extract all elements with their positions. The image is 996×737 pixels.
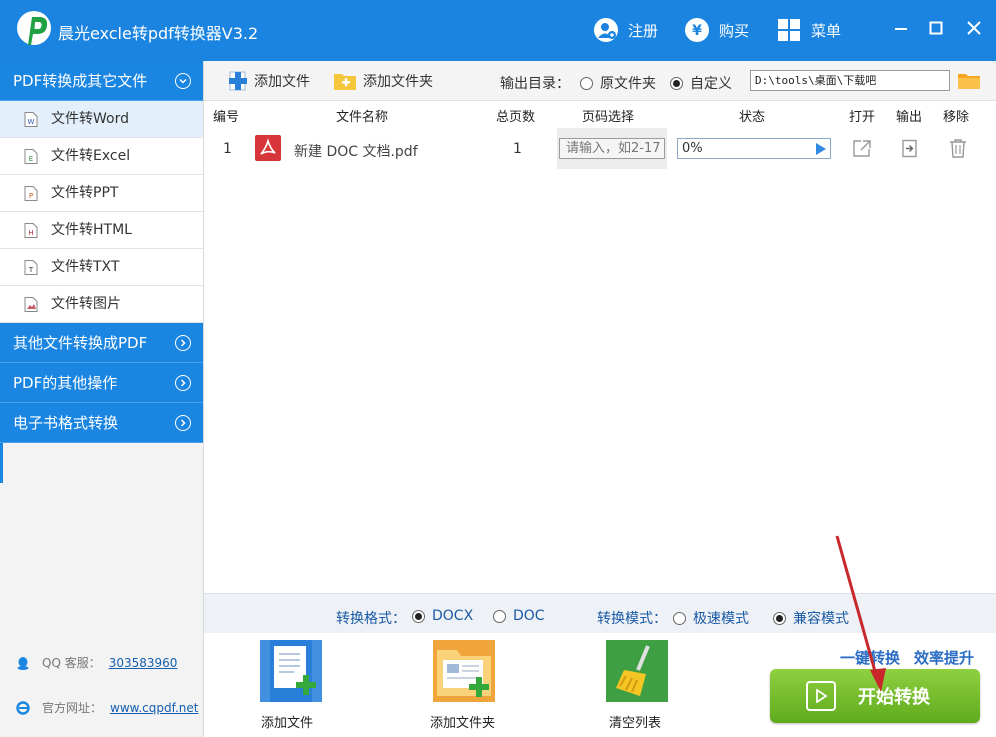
txt-file-icon: T xyxy=(24,260,38,275)
category-ebook-convert[interactable]: 电子书格式转换 xyxy=(0,403,203,443)
chevron-down-icon xyxy=(175,73,191,89)
close-button[interactable] xyxy=(962,16,986,40)
output-icon[interactable] xyxy=(901,139,919,158)
category-pdf-other-ops[interactable]: PDF的其他操作 xyxy=(0,363,203,403)
play-icon xyxy=(806,681,836,711)
chevron-right-icon xyxy=(175,375,191,391)
add-file-icon xyxy=(229,71,247,91)
minimize-icon xyxy=(895,28,907,30)
format-doc-radio[interactable]: DOC xyxy=(493,608,545,624)
row-filename: 新建 DOC 文档.pdf xyxy=(294,144,418,160)
title-bar: 晨光excle转pdf转换器V3.2 注册 ¥ 购买 菜单 xyxy=(0,0,996,61)
qq-contact: QQ 客服： 303583960 xyxy=(16,654,177,671)
html-file-icon: H xyxy=(24,223,38,238)
open-external-icon[interactable] xyxy=(852,139,872,158)
svg-text:P: P xyxy=(29,192,33,200)
mode-fast-radio[interactable]: 极速模式 xyxy=(673,608,749,628)
output-dir-label: 输出目录： xyxy=(500,76,570,92)
sidebar-item-to-image[interactable]: 文件转图片 xyxy=(0,286,203,323)
table-row[interactable]: 1 新建 DOC 文档.pdf 1 请输入，如2-17 0% xyxy=(204,128,996,169)
toolbar-add-file-button[interactable]: 添加文件 xyxy=(228,71,310,91)
bottom-actions: 添加文件 添加文件夹 清空列表 一键转换 效率提升 开始转换 xyxy=(204,633,996,737)
output-custom-radio[interactable]: 自定义 xyxy=(670,73,732,93)
sidebar-item-to-excel[interactable]: E 文件转Excel xyxy=(0,138,203,175)
header-index: 编号 xyxy=(213,110,240,125)
big-add-folder-label: 添加文件夹 xyxy=(430,716,496,731)
user-add-icon xyxy=(592,16,620,44)
chevron-right-icon xyxy=(175,415,191,431)
header-remove: 移除 xyxy=(943,110,970,125)
slogan-efficiency: 效率提升 xyxy=(914,649,975,667)
yuan-icon: ¥ xyxy=(683,16,711,44)
header-filename: 文件名称 xyxy=(336,110,389,125)
sidebar-item-to-txt[interactable]: T 文件转TXT xyxy=(0,249,203,286)
menu-button[interactable]: 菜单 xyxy=(775,14,841,46)
chevron-right-icon xyxy=(175,335,191,351)
svg-text:E: E xyxy=(29,155,33,163)
sidebar: PDF转换成其它文件 W 文件转Word E 文件转Excel P 文件转PPT… xyxy=(0,61,204,737)
output-original-folder-radio[interactable]: 原文件夹 xyxy=(580,73,656,93)
file-table-header: 编号 文件名称 总页数 页码选择 状态 打开 输出 移除 xyxy=(204,101,996,126)
broom-icon[interactable] xyxy=(606,640,668,702)
app-title: 晨光excle转pdf转换器V3.2 xyxy=(58,24,259,43)
output-path-field[interactable]: D:\tools\桌面\下载吧 xyxy=(750,70,950,91)
app-logo xyxy=(17,11,51,45)
mode-label: 转换模式： xyxy=(597,611,667,627)
page-range-input[interactable]: 请输入，如2-17 xyxy=(559,138,665,159)
conversion-options-bar: 转换格式： DOCX DOC 转换模式： 极速模式 兼容模式 xyxy=(204,593,996,633)
sidebar-item-to-word[interactable]: W 文件转Word xyxy=(0,101,203,138)
ppt-file-icon: P xyxy=(24,186,38,201)
maximize-button[interactable] xyxy=(924,16,948,40)
sidebar-accent-strip xyxy=(0,443,3,483)
header-output: 输出 xyxy=(896,110,923,125)
start-convert-button[interactable]: 开始转换 xyxy=(770,669,980,723)
register-button[interactable]: 注册 xyxy=(592,14,658,46)
image-file-icon xyxy=(24,297,38,312)
header-page-select: 页码选择 xyxy=(582,110,635,125)
row-total-pages: 1 xyxy=(513,141,522,157)
qq-number-link[interactable]: 303583960 xyxy=(109,656,178,670)
header-total-pages: 总页数 xyxy=(496,110,536,125)
big-add-folder-icon[interactable] xyxy=(433,640,495,702)
big-add-file-icon[interactable] xyxy=(260,640,322,702)
category-other-to-pdf[interactable]: 其他文件转换成PDF xyxy=(0,323,203,363)
svg-text:¥: ¥ xyxy=(692,23,702,39)
clear-list-label: 清空列表 xyxy=(609,716,662,731)
mode-compat-radio[interactable]: 兼容模式 xyxy=(773,608,849,628)
browse-folder-icon[interactable] xyxy=(958,73,980,89)
website-link[interactable]: www.cqpdf.net xyxy=(110,701,198,715)
pdf-file-icon xyxy=(255,135,281,161)
toolbar-add-folder-button[interactable]: 添加文件夹 xyxy=(333,71,433,91)
progress-text: 0% xyxy=(682,141,703,156)
header-open: 打开 xyxy=(849,110,876,125)
toolbar: 添加文件 添加文件夹 输出目录： 原文件夹 自定义 D:\tools\桌面\下载… xyxy=(204,61,996,101)
play-icon[interactable] xyxy=(816,143,826,155)
word-file-icon: W xyxy=(24,112,38,127)
website-contact: 官方网址： www.cqpdf.net xyxy=(16,699,198,716)
sidebar-item-to-html[interactable]: H 文件转HTML xyxy=(0,212,203,249)
format-label: 转换格式： xyxy=(336,611,406,627)
trash-icon[interactable] xyxy=(949,138,967,158)
page-range-cell: 请输入，如2-17 xyxy=(557,128,667,169)
add-folder-icon xyxy=(334,74,356,90)
slogan-one-click: 一键转换 xyxy=(840,649,901,667)
excel-file-icon: E xyxy=(24,149,38,164)
minimize-button[interactable] xyxy=(889,16,913,40)
svg-text:H: H xyxy=(28,229,33,237)
buy-button[interactable]: ¥ 购买 xyxy=(683,14,749,46)
category-pdf-to-other[interactable]: PDF转换成其它文件 xyxy=(0,61,203,101)
svg-text:T: T xyxy=(28,266,34,274)
ie-browser-icon xyxy=(16,700,30,715)
maximize-icon xyxy=(929,21,943,35)
row-index: 1 xyxy=(223,141,232,157)
progress-bar: 0% xyxy=(677,138,831,159)
sidebar-item-to-ppt[interactable]: P 文件转PPT xyxy=(0,175,203,212)
close-icon xyxy=(967,21,981,35)
header-status: 状态 xyxy=(739,110,766,125)
format-docx-radio[interactable]: DOCX xyxy=(412,608,473,624)
svg-text:W: W xyxy=(28,118,35,126)
grid-menu-icon xyxy=(775,16,803,44)
big-add-file-label: 添加文件 xyxy=(261,716,314,731)
qq-icon xyxy=(17,656,29,670)
